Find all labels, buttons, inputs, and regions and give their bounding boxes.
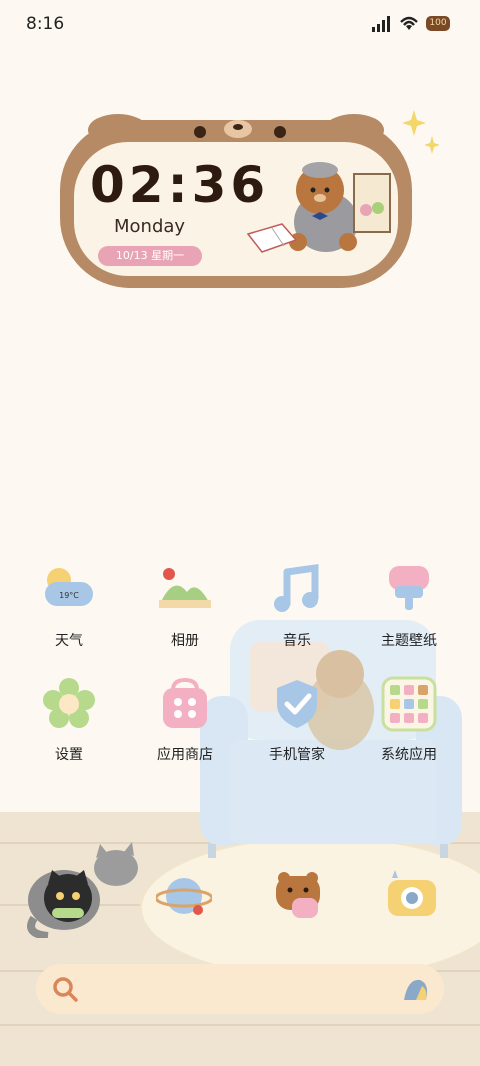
app-themes[interactable]: 主题壁纸	[364, 562, 454, 650]
phone-cat-icon[interactable]	[40, 868, 96, 924]
app-settings[interactable]: 设置	[24, 676, 114, 764]
app-label-store: 应用商店	[157, 747, 213, 763]
clock-day: Monday	[114, 216, 186, 237]
signal-icon	[372, 16, 390, 32]
app-weather[interactable]: 19°C 天气	[24, 562, 114, 650]
weather-icon: 19°C	[45, 568, 93, 606]
system-apps-folder-icon	[381, 676, 437, 732]
wifi-icon	[400, 16, 418, 30]
browser-planet-icon[interactable]	[156, 868, 212, 924]
themes-icon	[389, 566, 429, 610]
app-gallery[interactable]: 相册	[140, 562, 230, 650]
app-label-weather: 天气	[55, 633, 83, 649]
app-store-icon	[163, 677, 207, 728]
app-phone-manager[interactable]: 手机管家	[252, 676, 342, 764]
search-icon	[53, 977, 78, 1002]
assistant-icon[interactable]	[402, 976, 430, 1002]
app-store[interactable]: 应用商店	[140, 676, 230, 764]
clock-time: 02:36	[90, 156, 270, 214]
sparkle-icon	[402, 110, 440, 154]
app-label-themes: 主题壁纸	[381, 633, 437, 649]
app-label-music: 音乐	[283, 633, 311, 649]
status-bar: 8:16 100	[0, 0, 480, 50]
app-label-settings: 设置	[55, 747, 83, 763]
battery-icon: 100	[426, 16, 450, 31]
status-time: 8:16	[26, 14, 65, 34]
search-bar[interactable]	[36, 964, 444, 1014]
clock-date: 10/13 星期一	[98, 246, 202, 266]
clock-widget[interactable]: 02:36 Monday 10/13 星期一	[58, 112, 414, 290]
app-label-gallery: 相册	[171, 633, 199, 649]
svg-text:19°C: 19°C	[59, 591, 79, 600]
phone-manager-icon	[277, 680, 317, 728]
app-label-phone-manager: 手机管家	[269, 747, 325, 763]
gallery-icon	[159, 568, 211, 608]
app-label-system-folder: 系统应用	[381, 747, 437, 763]
camera-icon[interactable]	[384, 868, 440, 924]
app-music[interactable]: 音乐	[252, 562, 342, 650]
music-icon	[274, 563, 319, 612]
settings-icon	[43, 678, 95, 728]
app-system-folder[interactable]: 系统应用	[364, 676, 454, 764]
messages-bear-icon[interactable]	[270, 868, 326, 924]
